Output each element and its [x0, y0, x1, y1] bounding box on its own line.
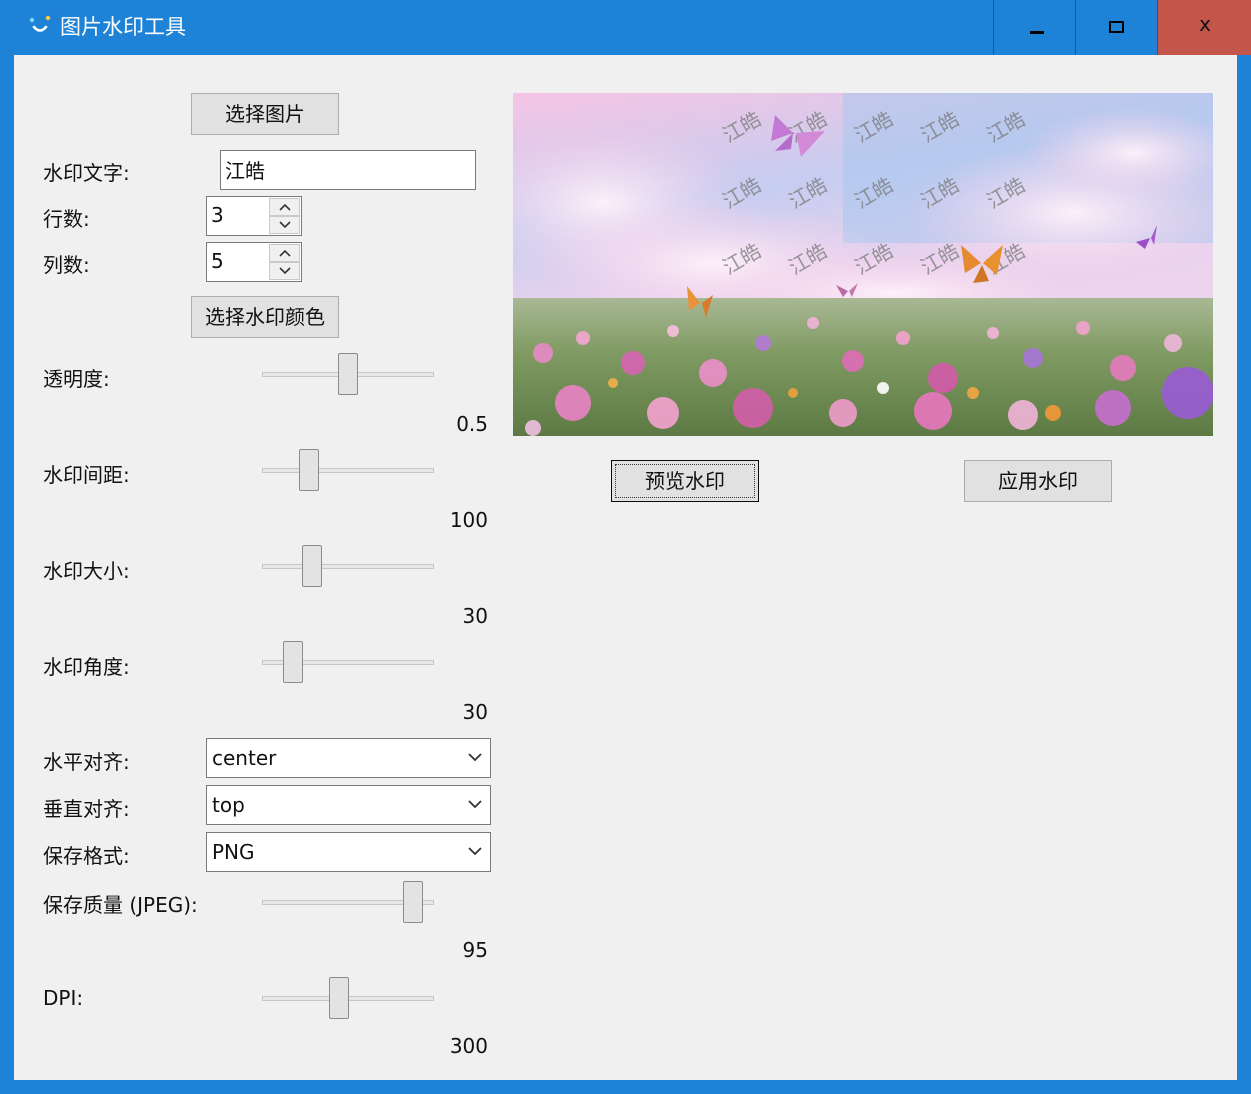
- select-image-button[interactable]: 选择图片: [191, 93, 339, 135]
- size-slider-track: [262, 564, 434, 569]
- valign-selected-value: top: [212, 793, 245, 817]
- spacing-value: 100: [449, 508, 488, 532]
- preview-watermark-button-label: 预览水印: [645, 469, 725, 493]
- cols-label: 列数:: [43, 253, 90, 277]
- window-title: 图片水印工具: [60, 15, 186, 39]
- halign-select[interactable]: center: [206, 738, 491, 778]
- opacity-label: 透明度:: [43, 367, 110, 391]
- spacing-slider[interactable]: [262, 449, 434, 491]
- apply-watermark-button[interactable]: 应用水印: [964, 460, 1112, 502]
- opacity-slider[interactable]: [262, 353, 434, 395]
- size-slider-thumb[interactable]: [302, 545, 322, 587]
- valign-label: 垂直对齐:: [43, 797, 130, 821]
- chevron-down-icon: [468, 800, 482, 809]
- format-select[interactable]: PNG: [206, 832, 491, 872]
- cols-value: 5: [211, 249, 224, 273]
- chevron-down-icon: [279, 221, 291, 229]
- app-logo-icon: [29, 15, 51, 32]
- size-slider[interactable]: [262, 545, 434, 587]
- cols-decrement-button[interactable]: [269, 262, 300, 280]
- watermark-text-label: 水印文字:: [43, 161, 130, 185]
- dpi-slider[interactable]: [262, 977, 434, 1019]
- size-value: 30: [462, 604, 488, 628]
- rows-label: 行数:: [43, 207, 90, 231]
- image-preview: 江皓 江皓 江皓 江皓 江皓 江皓 江皓 江皓 江皓 江皓 江皓 江皓 江皓 江…: [513, 93, 1213, 436]
- angle-slider[interactable]: [262, 641, 434, 683]
- format-label: 保存格式:: [43, 844, 130, 868]
- rows-decrement-button[interactable]: [269, 216, 300, 234]
- spacing-slider-track: [262, 468, 434, 473]
- chevron-down-icon: [468, 847, 482, 856]
- maximize-button[interactable]: [1075, 0, 1157, 55]
- watermark-text-input[interactable]: 江皓: [220, 150, 476, 190]
- quality-slider[interactable]: [262, 881, 434, 923]
- chevron-down-icon: [279, 267, 291, 275]
- select-color-button-label: 选择水印颜色: [205, 305, 325, 329]
- close-icon: x: [1199, 12, 1211, 36]
- valign-select[interactable]: top: [206, 785, 491, 825]
- halign-selected-value: center: [212, 746, 277, 770]
- rows-increment-button[interactable]: [269, 198, 300, 216]
- chevron-up-icon: [279, 249, 291, 257]
- spacing-label: 水印间距:: [43, 463, 130, 487]
- close-button[interactable]: x: [1157, 0, 1251, 55]
- maximize-icon: [1109, 21, 1124, 33]
- angle-slider-thumb[interactable]: [283, 641, 304, 683]
- dpi-slider-thumb[interactable]: [329, 977, 350, 1019]
- angle-label: 水印角度:: [43, 655, 130, 679]
- opacity-slider-thumb[interactable]: [338, 353, 358, 395]
- spacing-slider-thumb[interactable]: [299, 449, 320, 491]
- chevron-up-icon: [279, 203, 291, 211]
- rows-spinbox[interactable]: 3: [206, 196, 302, 236]
- minimize-icon: [1030, 31, 1044, 34]
- size-label: 水印大小:: [43, 559, 130, 583]
- opacity-value: 0.5: [456, 412, 488, 436]
- select-image-button-label: 选择图片: [225, 102, 305, 126]
- quality-slider-thumb[interactable]: [402, 881, 423, 923]
- angle-value: 30: [462, 700, 488, 724]
- chevron-down-icon: [468, 753, 482, 762]
- halign-label: 水平对齐:: [43, 750, 130, 774]
- quality-label: 保存质量 (JPEG):: [43, 893, 198, 917]
- preview-image: 江皓 江皓 江皓 江皓 江皓 江皓 江皓 江皓 江皓 江皓 江皓 江皓 江皓 江…: [513, 93, 1213, 436]
- title-bar: 图片水印工具 x: [0, 0, 1251, 55]
- quality-value: 95: [462, 938, 488, 962]
- dpi-value: 300: [449, 1034, 488, 1058]
- dpi-label: DPI:: [43, 986, 84, 1010]
- cols-increment-button[interactable]: [269, 244, 300, 262]
- rows-value: 3: [211, 203, 224, 227]
- cols-spinbox[interactable]: 5: [206, 242, 302, 282]
- preview-watermark-button[interactable]: 预览水印: [611, 460, 759, 502]
- format-selected-value: PNG: [212, 840, 255, 864]
- apply-watermark-button-label: 应用水印: [998, 469, 1078, 493]
- minimize-button[interactable]: [993, 0, 1075, 55]
- client-area: 选择图片 水印文字: 江皓 行数: 3 列数: 5 选择水印颜色 透明度: 0.…: [14, 55, 1237, 1080]
- select-watermark-color-button[interactable]: 选择水印颜色: [191, 296, 339, 338]
